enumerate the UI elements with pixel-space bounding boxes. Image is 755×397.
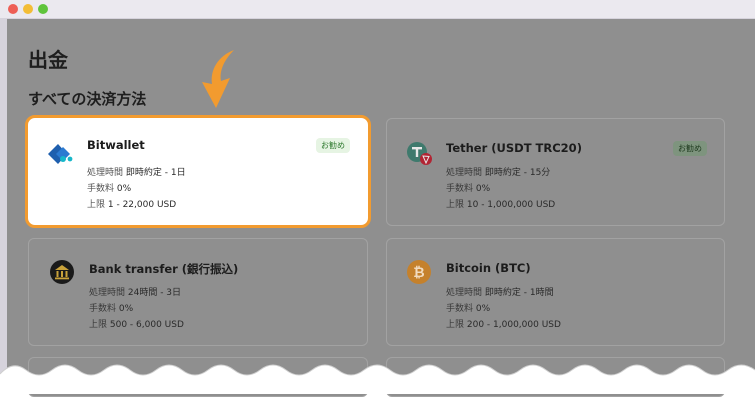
fee-value: 0% bbox=[118, 304, 134, 314]
method-name: Bitcoin (BTC) bbox=[446, 261, 531, 275]
processing-time-row: 処理時間 即時約定 - 1時間 bbox=[446, 285, 554, 298]
bitcoin-icon: ₿ bbox=[407, 260, 431, 284]
fee-label: 手数料 bbox=[446, 184, 474, 194]
recommended-badge: お勧め bbox=[673, 141, 707, 156]
fee-value: 0% bbox=[475, 184, 491, 194]
fee-row: 手数料 0% bbox=[446, 181, 490, 194]
payment-method-bank-transfer[interactable]: Bank transfer (銀行振込) 処理時間 24時間 - 3日 手数料 … bbox=[28, 238, 368, 346]
processing-time-value: 即時約定 - 1日 bbox=[125, 168, 186, 178]
fee-row: 手数料 0% bbox=[446, 301, 490, 314]
limit-row: 上限 10 - 1,000,000 USD bbox=[446, 197, 555, 210]
processing-time-label: 処理時間 bbox=[87, 168, 124, 178]
fee-row: 手数料 0% bbox=[89, 301, 133, 314]
fee-label: 手数料 bbox=[446, 304, 474, 314]
processing-time-value: 24時間 - 3日 bbox=[127, 288, 182, 298]
processing-time-label: 処理時間 bbox=[89, 288, 126, 298]
svg-text:₿: ₿ bbox=[413, 265, 424, 281]
limit-value: 500 - 6,000 USD bbox=[109, 320, 184, 330]
payment-method-bitcoin[interactable]: ₿ Bitcoin (BTC) 処理時間 即時約定 - 1時間 手数料 0% 上… bbox=[386, 238, 725, 346]
torn-edge bbox=[0, 364, 755, 394]
app-window: 出金 すべての決済方法 Bitwallet お勧め 処理時間 即時約定 - 1日… bbox=[0, 0, 755, 397]
fee-value: 0% bbox=[475, 304, 491, 314]
limit-value: 200 - 1,000,000 USD bbox=[466, 320, 561, 330]
limit-value: 1 - 22,000 USD bbox=[107, 200, 177, 210]
processing-time-label: 処理時間 bbox=[446, 168, 483, 178]
limit-label: 上限 bbox=[446, 320, 465, 330]
method-name: Bank transfer (銀行振込) bbox=[89, 262, 239, 276]
processing-time-value: 即時約定 - 15分 bbox=[484, 168, 551, 178]
window-titlebar bbox=[0, 0, 755, 18]
withdrawal-page: 出金 すべての決済方法 Bitwallet お勧め 処理時間 即時約定 - 1日… bbox=[7, 19, 755, 397]
processing-time-row: 処理時間 24時間 - 3日 bbox=[89, 285, 181, 298]
close-window-button[interactable] bbox=[8, 4, 18, 14]
maximize-window-button[interactable] bbox=[38, 4, 48, 14]
limit-row: 上限 500 - 6,000 USD bbox=[89, 317, 184, 330]
limit-label: 上限 bbox=[87, 200, 106, 210]
page-title: 出金 bbox=[28, 48, 68, 72]
recommended-badge: お勧め bbox=[316, 138, 350, 153]
limit-row: 上限 1 - 22,000 USD bbox=[87, 197, 176, 210]
fee-label: 手数料 bbox=[87, 184, 115, 194]
processing-time-row: 処理時間 即時約定 - 1日 bbox=[87, 165, 186, 178]
bank-icon bbox=[50, 260, 74, 284]
processing-time-value: 即時約定 - 1時間 bbox=[484, 288, 554, 298]
pointer-arrow-icon bbox=[202, 50, 234, 108]
method-name: Bitwallet bbox=[87, 138, 145, 152]
fee-label: 手数料 bbox=[89, 304, 117, 314]
bitwallet-logo-icon bbox=[48, 144, 73, 164]
tether-trc20-icon bbox=[407, 142, 432, 165]
processing-time-row: 処理時間 即時約定 - 15分 bbox=[446, 165, 550, 178]
limit-label: 上限 bbox=[89, 320, 108, 330]
minimize-window-button[interactable] bbox=[23, 4, 33, 14]
method-name: Tether (USDT TRC20) bbox=[446, 141, 582, 155]
processing-time-label: 処理時間 bbox=[446, 288, 483, 298]
section-title: すべての決済方法 bbox=[28, 90, 147, 108]
limit-row: 上限 200 - 1,000,000 USD bbox=[446, 317, 561, 330]
payment-method-bitwallet[interactable]: Bitwallet お勧め 処理時間 即時約定 - 1日 手数料 0% 上限 1… bbox=[25, 115, 371, 228]
limit-label: 上限 bbox=[446, 200, 465, 210]
fee-value: 0% bbox=[116, 184, 132, 194]
payment-method-tether-usdt-trc20[interactable]: Tether (USDT TRC20) お勧め 処理時間 即時約定 - 15分 … bbox=[386, 118, 725, 226]
limit-value: 10 - 1,000,000 USD bbox=[466, 200, 556, 210]
fee-row: 手数料 0% bbox=[87, 181, 131, 194]
